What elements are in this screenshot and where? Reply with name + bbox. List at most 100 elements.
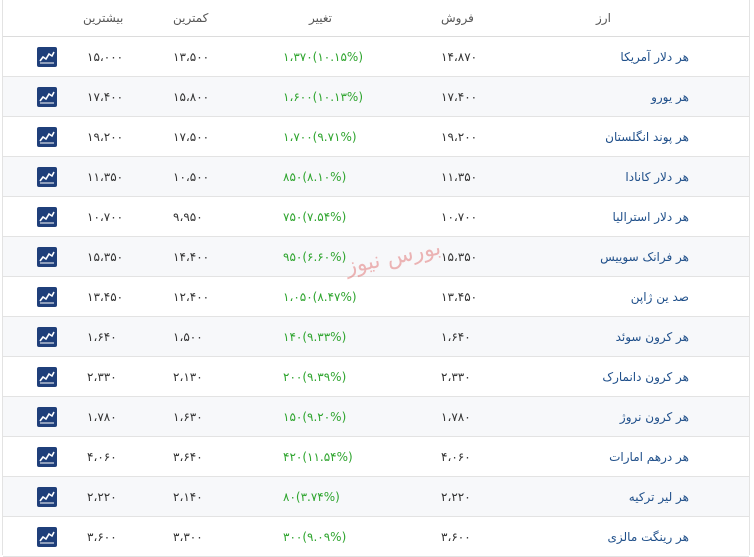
currency-name-link[interactable]: صد ین ژاپن xyxy=(631,290,689,304)
table-row: هر رینگت مالزی ۳،۶۰۰ ۳۰۰(۹.۰۹%) ۳،۳۰۰ ۳،۶۰۰ xyxy=(3,517,749,557)
high-price: ۱۹،۲۰۰ xyxy=(87,130,124,144)
low-price: ۳،۶۴۰ xyxy=(173,450,203,464)
chart-button[interactable] xyxy=(37,327,57,347)
sell-price: ۱۷،۴۰۰ xyxy=(441,90,478,104)
price-change: ۹۵۰(۶.۶۰%) xyxy=(283,250,347,264)
low-price: ۱۳،۵۰۰ xyxy=(173,50,210,64)
sell-price: ۱۰،۷۰۰ xyxy=(441,210,478,224)
chart-button[interactable] xyxy=(37,247,57,267)
chart-button[interactable] xyxy=(37,447,57,467)
price-change: ۱۴۰(۹.۳۳%) xyxy=(283,330,347,344)
table-row: هر فرانک سوییس ۱۵،۳۵۰ ۹۵۰(۶.۶۰%) ۱۴،۴۰۰ ۱۵،۳… xyxy=(3,237,749,277)
chart-button[interactable] xyxy=(37,367,57,387)
table-row: هر دلار کانادا ۱۱،۳۵۰ ۸۵۰(۸.۱۰%) ۱۰،۵۰۰ ۱۱،۳… xyxy=(3,157,749,197)
currency-name-link[interactable]: هر دلار استرالیا xyxy=(613,210,689,224)
currency-name-link[interactable]: هر درهم امارات xyxy=(609,450,689,464)
high-price: ۱۳،۴۵۰ xyxy=(87,290,124,304)
price-change: ۱۵۰(۹.۲۰%) xyxy=(283,410,347,424)
price-change: ۱،۰۵۰(۸.۴۷%) xyxy=(283,290,357,304)
line-chart-icon xyxy=(39,171,55,184)
low-price: ۱۷،۵۰۰ xyxy=(173,130,210,144)
currency-name-link[interactable]: هر کرون نروژ xyxy=(620,410,689,424)
high-price: ۱،۶۴۰ xyxy=(87,330,117,344)
high-price: ۱۰،۷۰۰ xyxy=(87,210,124,224)
table-header: ارز فروش تغییر کمترین بیشترین xyxy=(3,0,749,37)
currency-name-link[interactable]: هر یورو xyxy=(651,90,689,104)
table-row: هر کرون دانمارک ۲،۳۳۰ ۲۰۰(۹.۳۹%) ۲،۱۳۰ ۲،۳۳۰ xyxy=(3,357,749,397)
header-high: بیشترین xyxy=(83,11,124,25)
header-sell: فروش xyxy=(441,11,474,25)
currency-name-link[interactable]: هر لیر ترکیه xyxy=(629,490,689,504)
sell-price: ۲،۲۲۰ xyxy=(441,490,471,504)
line-chart-icon xyxy=(39,131,55,144)
currency-name-link[interactable]: هر کرون سوئد xyxy=(616,330,689,344)
header-currency: ارز xyxy=(596,11,611,25)
header-change: تغییر xyxy=(309,11,332,25)
chart-button[interactable] xyxy=(37,207,57,227)
currency-name-link[interactable]: هر دلار آمریکا xyxy=(620,50,689,64)
high-price: ۱۷،۴۰۰ xyxy=(87,90,124,104)
currency-name-link[interactable]: هر پوند انگلستان xyxy=(605,130,689,144)
low-price: ۱۴،۴۰۰ xyxy=(173,250,210,264)
currency-name-link[interactable]: هر رینگت مالزی xyxy=(608,530,690,544)
high-price: ۳،۶۰۰ xyxy=(87,530,117,544)
low-price: ۲،۱۴۰ xyxy=(173,490,203,504)
high-price: ۴،۰۶۰ xyxy=(87,450,117,464)
price-change: ۳۰۰(۹.۰۹%) xyxy=(283,530,347,544)
low-price: ۱،۵۰۰ xyxy=(173,330,203,344)
sell-price: ۱۹،۲۰۰ xyxy=(441,130,478,144)
table-row: هر پوند انگلستان ۱۹،۲۰۰ ۱،۷۰۰(۹.۷۱%) ۱۷،۵۰۰… xyxy=(3,117,749,157)
line-chart-icon xyxy=(39,411,55,424)
table-row: هر دلار استرالیا ۱۰،۷۰۰ ۷۵۰(۷.۵۴%) ۹،۹۵۰ ۱۰،… xyxy=(3,197,749,237)
line-chart-icon xyxy=(39,371,55,384)
table-row: هر کرون نروژ ۱،۷۸۰ ۱۵۰(۹.۲۰%) ۱،۶۳۰ ۱،۷۸۰ xyxy=(3,397,749,437)
line-chart-icon xyxy=(39,251,55,264)
line-chart-icon xyxy=(39,331,55,344)
line-chart-icon xyxy=(39,91,55,104)
chart-button[interactable] xyxy=(37,407,57,427)
high-price: ۲،۲۲۰ xyxy=(87,490,117,504)
price-change: ۴۲۰(۱۱.۵۴%) xyxy=(283,450,353,464)
sell-price: ۱،۷۸۰ xyxy=(441,410,471,424)
low-price: ۱۵،۸۰۰ xyxy=(173,90,210,104)
line-chart-icon xyxy=(39,51,55,64)
high-price: ۱۵،۳۵۰ xyxy=(87,250,124,264)
price-change: ۱،۶۰۰(۱۰.۱۳%) xyxy=(283,90,364,104)
sell-price: ۱۱،۳۵۰ xyxy=(441,170,478,184)
price-change: ۷۵۰(۷.۵۴%) xyxy=(283,210,347,224)
chart-button[interactable] xyxy=(37,87,57,107)
sell-price: ۱۵،۳۵۰ xyxy=(441,250,478,264)
line-chart-icon xyxy=(39,531,55,544)
sell-price: ۲،۳۳۰ xyxy=(441,370,471,384)
high-price: ۱۱،۳۵۰ xyxy=(87,170,124,184)
table-row: هر کرون سوئد ۱،۶۴۰ ۱۴۰(۹.۳۳%) ۱،۵۰۰ ۱،۶۴۰ xyxy=(3,317,749,357)
price-change: ۱،۷۰۰(۹.۷۱%) xyxy=(283,130,357,144)
high-price: ۱۵،۰۰۰ xyxy=(87,50,124,64)
low-price: ۱،۶۳۰ xyxy=(173,410,203,424)
high-price: ۲،۳۳۰ xyxy=(87,370,117,384)
currency-name-link[interactable]: هر کرون دانمارک xyxy=(602,370,689,384)
chart-button[interactable] xyxy=(37,527,57,547)
sell-price: ۳،۶۰۰ xyxy=(441,530,471,544)
line-chart-icon xyxy=(39,211,55,224)
table-row: هر دلار آمریکا ۱۴،۸۷۰ ۱،۳۷۰(۱۰.۱۵%) ۱۳،۵۰۰ ۱… xyxy=(3,37,749,77)
chart-button[interactable] xyxy=(37,127,57,147)
sell-price: ۱،۶۴۰ xyxy=(441,330,471,344)
price-change: ۱،۳۷۰(۱۰.۱۵%) xyxy=(283,50,364,64)
sell-price: ۴،۰۶۰ xyxy=(441,450,471,464)
low-price: ۹،۹۵۰ xyxy=(173,210,203,224)
line-chart-icon xyxy=(39,451,55,464)
currency-name-link[interactable]: هر فرانک سوییس xyxy=(600,250,689,264)
price-change: ۸۵۰(۸.۱۰%) xyxy=(283,170,347,184)
currency-rates-table: ارز فروش تغییر کمترین بیشترین هر دلار آم… xyxy=(2,0,750,557)
chart-button[interactable] xyxy=(37,167,57,187)
header-low: کمترین xyxy=(173,11,209,25)
price-change: ۸۰(۳.۷۴%) xyxy=(283,490,340,504)
currency-name-link[interactable]: هر دلار کانادا xyxy=(625,170,689,184)
table-row: صد ین ژاپن ۱۳،۴۵۰ ۱،۰۵۰(۸.۴۷%) ۱۲،۴۰۰ ۱۳،۴۵۰ xyxy=(3,277,749,317)
chart-button[interactable] xyxy=(37,287,57,307)
low-price: ۱۲،۴۰۰ xyxy=(173,290,210,304)
chart-button[interactable] xyxy=(37,487,57,507)
chart-button[interactable] xyxy=(37,47,57,67)
table-row: هر یورو ۱۷،۴۰۰ ۱،۶۰۰(۱۰.۱۳%) ۱۵،۸۰۰ ۱۷،۴۰۰ xyxy=(3,77,749,117)
